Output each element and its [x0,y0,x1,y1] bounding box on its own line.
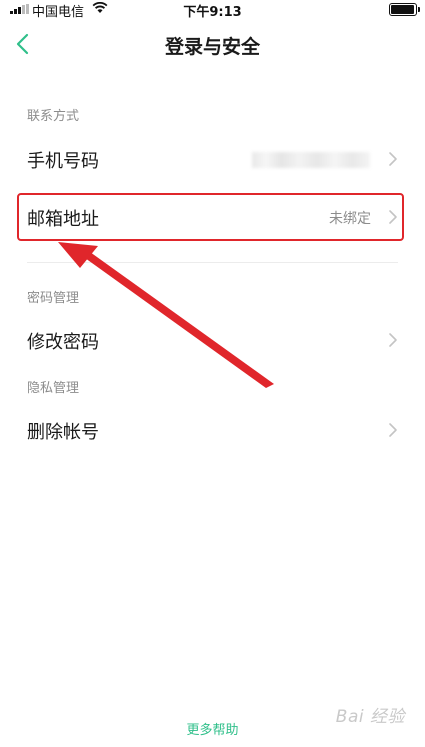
phone-number-label: 手机号码 [27,151,99,172]
email-status-value: 未绑定 [329,211,371,227]
change-password-label: 修改密码 [27,332,99,353]
section-label-password: 密码管理 [27,291,80,306]
page-title: 登录与安全 [164,36,260,58]
delete-account-label: 删除帐号 [27,422,99,443]
chevron-right-icon [389,210,397,224]
battery-icon [389,3,420,16]
phone-number-value-blurred [252,152,370,168]
status-time: 下午9:13 [183,5,242,20]
section-label-contact: 联系方式 [27,109,80,124]
change-password-row[interactable]: 修改密码 [0,316,425,364]
phone-number-row[interactable]: 手机号码 [0,135,425,183]
status-bar: 中国电信 下午9:13 [0,0,425,20]
chevron-right-icon [389,152,397,166]
delete-account-row[interactable]: 删除帐号 [0,406,425,454]
section-label-privacy: 隐私管理 [27,381,80,396]
email-address-label: 邮箱地址 [27,209,99,230]
chevron-right-icon [389,333,397,347]
more-help-link[interactable]: 更多帮助 [0,719,425,738]
login-security-screen: 中国电信 下午9:13 登录与安全 联系方式 手机号码 邮箱地址 未绑定 密码管… [0,0,425,747]
email-address-row[interactable]: 邮箱地址 未绑定 [0,193,425,241]
nav-header: 登录与安全 [0,22,425,66]
chevron-right-icon [389,423,397,437]
section-divider [27,262,398,263]
